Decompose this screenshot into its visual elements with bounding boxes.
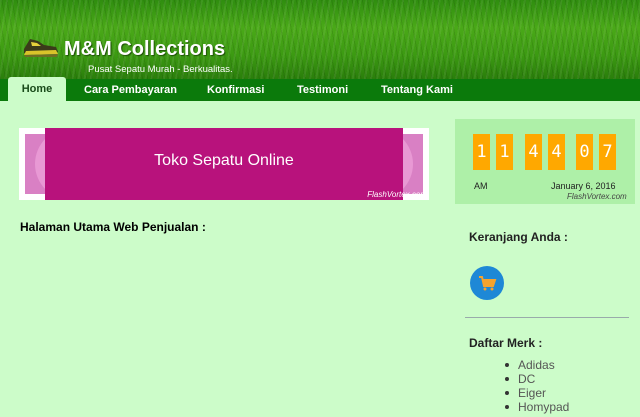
main-nav: Cara Pembayaran Konfirmasi Testimoni Ten… — [0, 79, 640, 101]
banner-credit: FlashVortex.com — [367, 190, 427, 199]
clock-credit: FlashVortex.com — [567, 192, 627, 201]
brand-link-dc[interactable]: DC — [505, 372, 569, 386]
cart-button[interactable] — [470, 266, 504, 300]
clock-ampm: AM — [474, 181, 488, 191]
brand-link-eiger[interactable]: Eiger — [505, 386, 569, 400]
nav-konfirmasi[interactable]: Konfirmasi — [207, 79, 264, 101]
clock-digit: 1 — [496, 134, 513, 170]
clock-digit: 0 — [576, 134, 593, 170]
site-header: M&M Collections Pusat Sepatu Murah - Ber… — [0, 0, 640, 79]
cart-heading: Keranjang Anda : — [469, 230, 568, 244]
site-tagline: Pusat Sepatu Murah - Berkualitas. — [88, 64, 233, 75]
clock-digit: 7 — [599, 134, 616, 170]
clock-date: January 6, 2016 — [551, 181, 616, 191]
sidebar-divider — [465, 317, 629, 318]
brand-link-homypad[interactable]: Homypad — [505, 400, 569, 414]
promo-banner[interactable]: Toko Sepatu Online FlashVortex.com — [19, 128, 429, 200]
clock-digit: 4 — [525, 134, 542, 170]
shoe-logo-icon[interactable] — [22, 31, 60, 59]
clock-widget: 1 1 4 4 0 7 AM January 6, 2016 FlashVort… — [455, 119, 635, 204]
brand-list: Adidas DC Eiger Homypad — [505, 358, 569, 414]
clock-digit: 4 — [548, 134, 565, 170]
nav-tentang-kami[interactable]: Tentang Kami — [381, 79, 453, 101]
clock-digit: 1 — [473, 134, 490, 170]
nav-home[interactable]: Home — [8, 77, 66, 101]
main-heading: Halaman Utama Web Penjualan : — [20, 220, 206, 234]
brands-heading: Daftar Merk : — [469, 336, 543, 350]
site-title[interactable]: M&M Collections — [64, 38, 225, 61]
brand-link-adidas[interactable]: Adidas — [505, 358, 569, 372]
shopping-cart-icon — [479, 276, 497, 291]
banner-text: Toko Sepatu Online — [154, 152, 294, 169]
nav-testimoni[interactable]: Testimoni — [297, 79, 348, 101]
nav-cara-pembayaran[interactable]: Cara Pembayaran — [84, 79, 177, 101]
